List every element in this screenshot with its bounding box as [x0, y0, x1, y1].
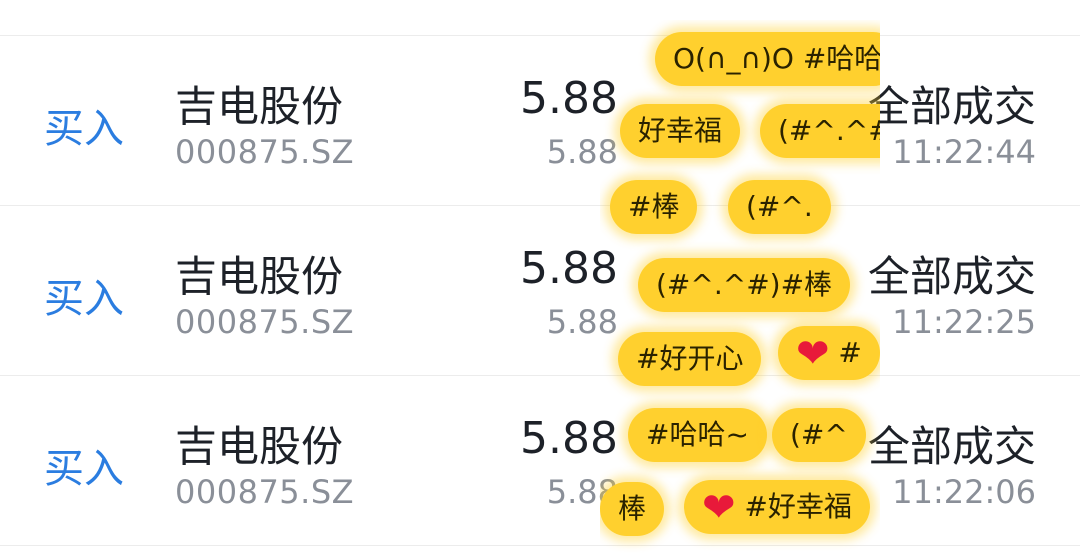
trade-side-label: 买入: [44, 106, 124, 152]
danmaku-bubble: O(∩_∩)O #哈哈: [655, 32, 880, 86]
danmaku-bubble: 棒: [600, 482, 665, 536]
danmaku-bubble: (#^.^#)#棒: [760, 104, 880, 158]
stock-code: 000875.SZ: [175, 133, 355, 171]
trade-side-label: 买入: [44, 276, 124, 322]
danmaku-bubble: (#^.^#)#棒: [638, 258, 851, 312]
stock-name: 吉电股份: [175, 82, 344, 131]
trade-row[interactable]: 买入 吉电股份 000875.SZ 5.88 5.88 全部成交 11:22:2…: [0, 206, 1080, 374]
heart-icon: ❤: [702, 485, 736, 531]
trade-row[interactable]: 买入 吉电股份 000875.SZ 5.88 5.88 全部成交 11:22:0…: [0, 376, 1080, 544]
danmaku-overlay: O(∩_∩)O #哈哈 好幸福 (#^.^#)#棒 #棒 (#^. (#^.^#…: [600, 20, 880, 557]
trade-side-label: 买入: [44, 446, 124, 492]
danmaku-bubble: (#^.: [728, 180, 831, 234]
danmaku-bubble: (#^: [772, 408, 866, 462]
trade-status: 全部成交: [867, 422, 1036, 471]
danmaku-bubble: 好幸福: [620, 104, 741, 158]
stock-code: 000875.SZ: [175, 473, 355, 511]
danmaku-bubble: #好开心: [618, 332, 762, 386]
danmaku-bubble: #哈哈~: [628, 408, 767, 462]
danmaku-bubble: ❤ #: [778, 326, 880, 380]
trade-time: 11:22:44: [892, 133, 1036, 171]
divider: [0, 545, 1080, 546]
heart-icon: ❤: [796, 331, 830, 377]
trade-time: 11:22:25: [892, 303, 1036, 341]
trade-row[interactable]: 买入 吉电股份 000875.SZ 5.88 5.88 全部成交 11:22:4…: [0, 36, 1080, 204]
danmaku-bubble: #棒: [610, 180, 698, 234]
stock-name: 吉电股份: [175, 252, 344, 301]
danmaku-bubble: ❤ #好幸福: [684, 480, 870, 534]
trade-status: 全部成交: [867, 82, 1036, 131]
trade-status: 全部成交: [867, 252, 1036, 301]
stock-code: 000875.SZ: [175, 303, 355, 341]
trade-time: 11:22:06: [892, 473, 1036, 511]
stock-name: 吉电股份: [175, 422, 344, 471]
